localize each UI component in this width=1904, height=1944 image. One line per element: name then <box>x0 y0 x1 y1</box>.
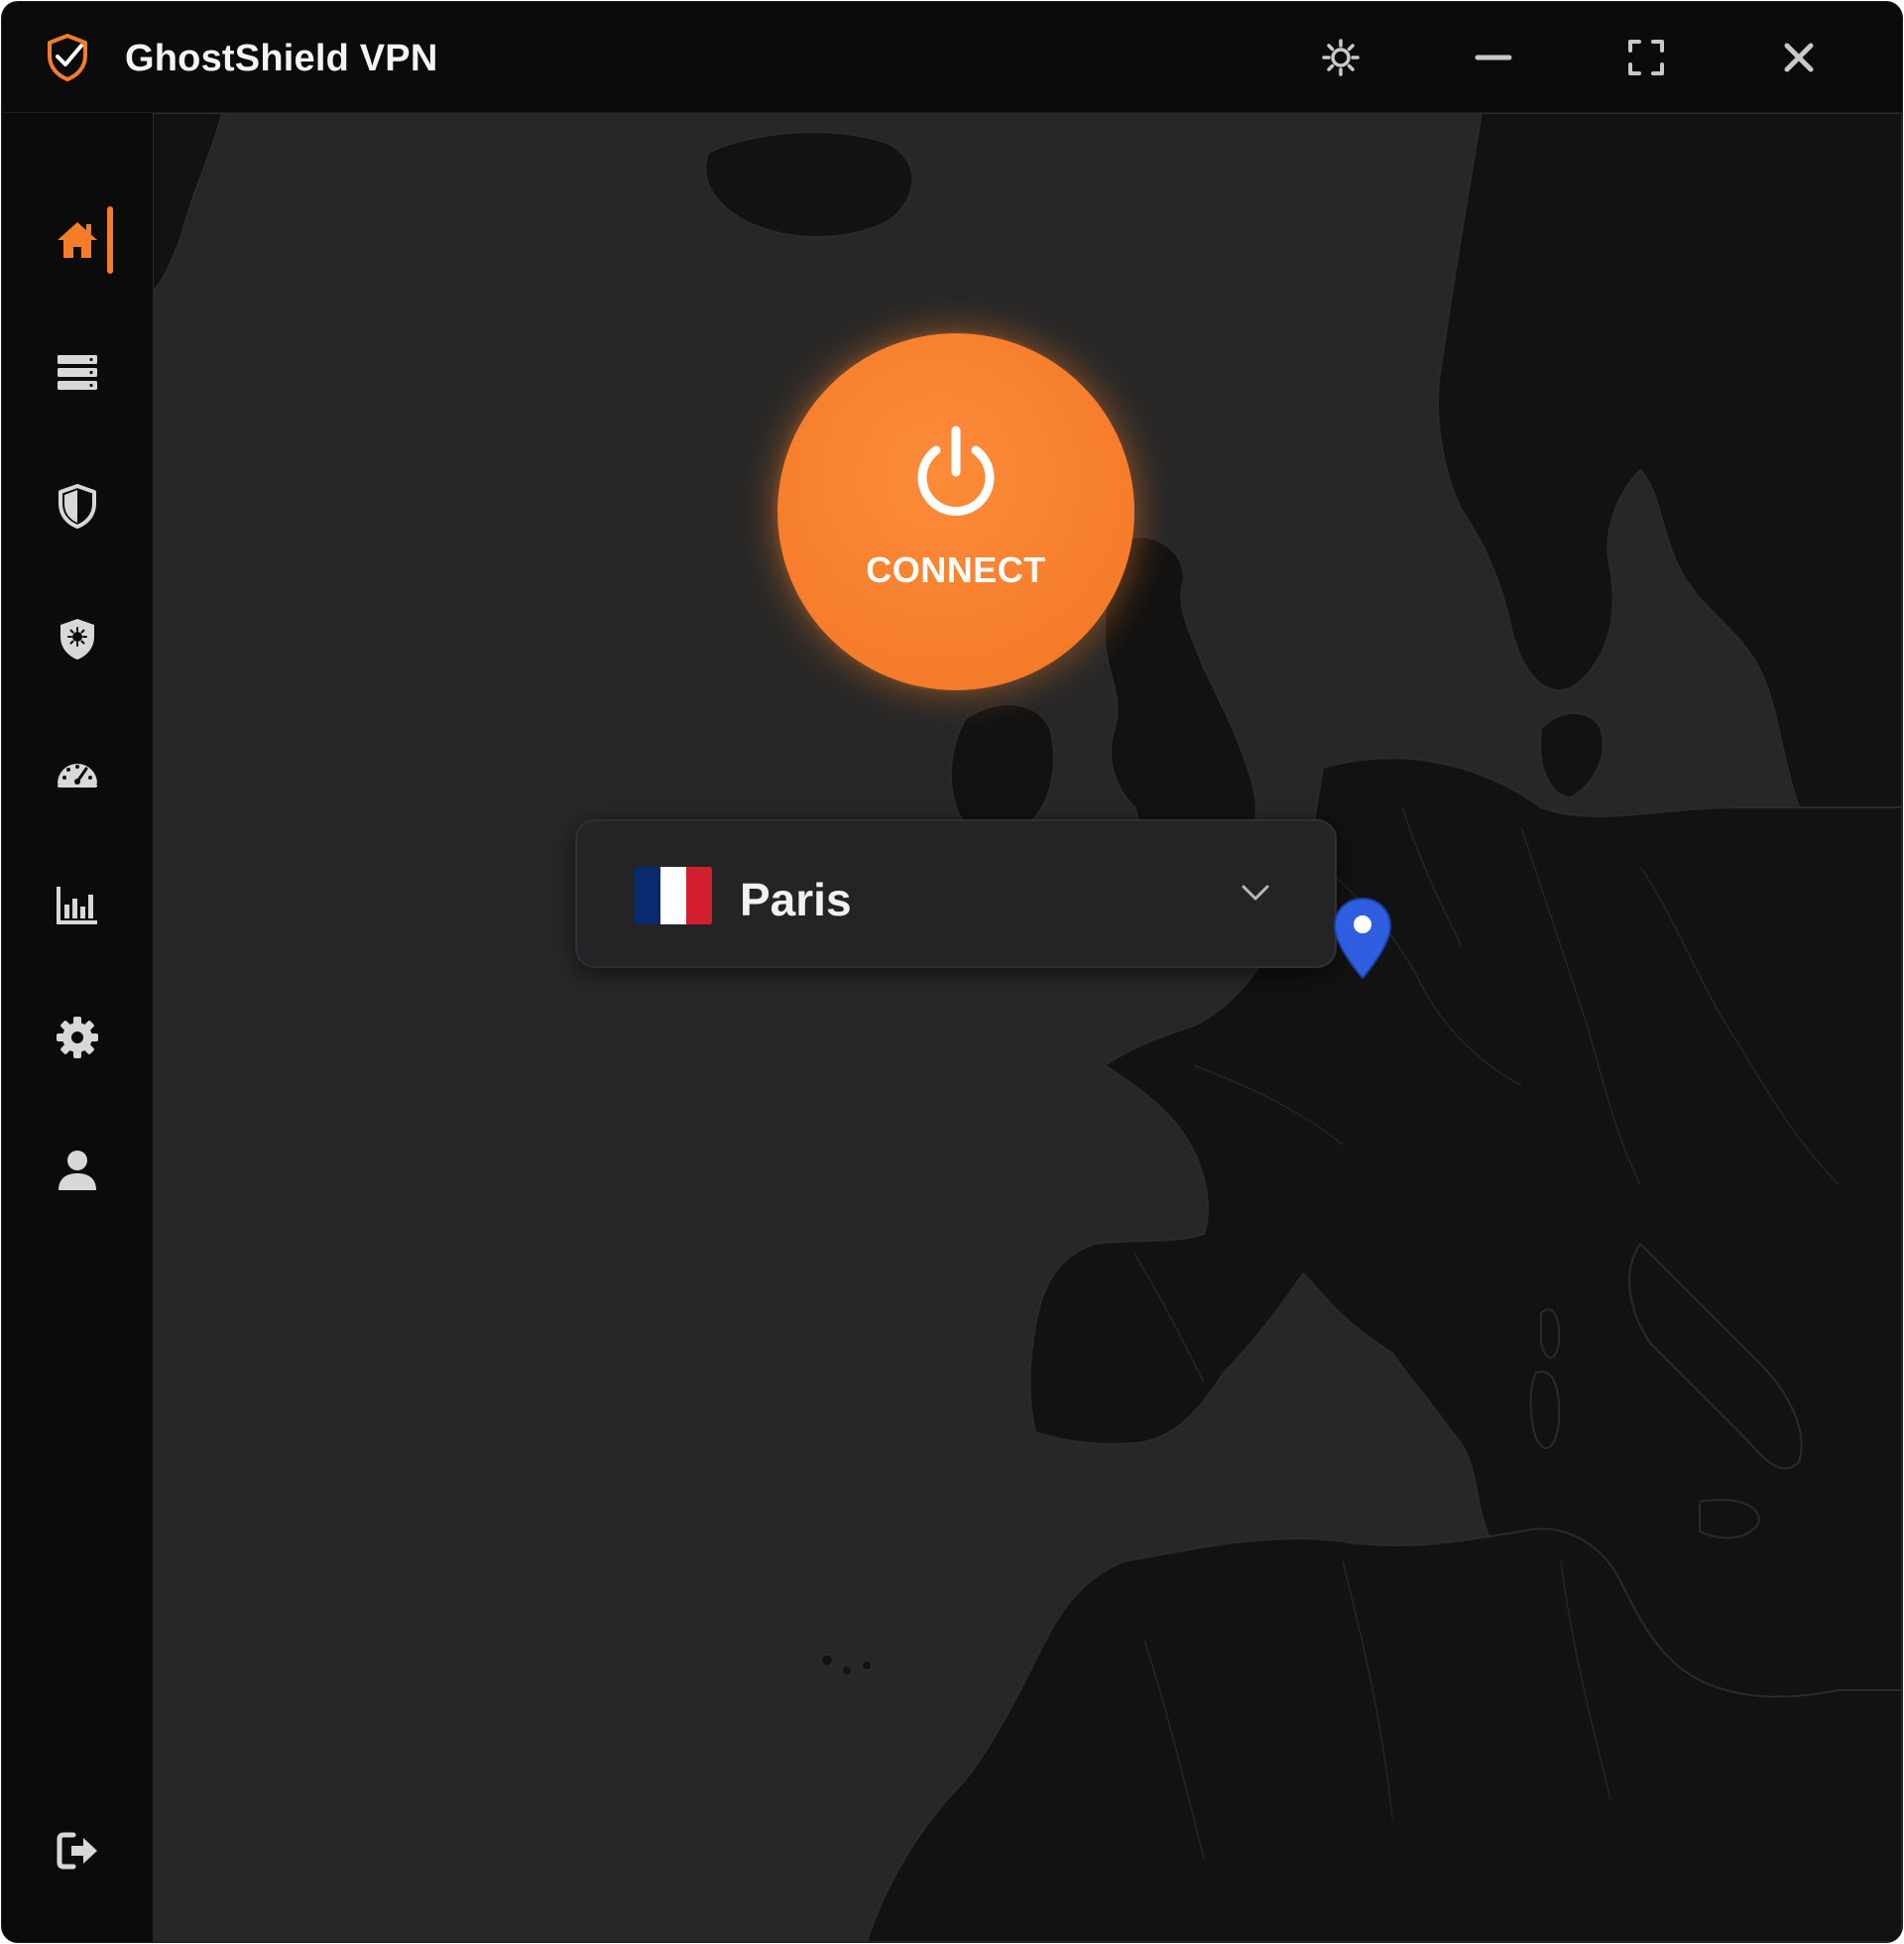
sidebar-item-protection[interactable] <box>42 470 113 542</box>
france-flag-icon <box>635 867 712 924</box>
sidebar-item-home[interactable] <box>42 204 113 276</box>
app-title: GhostShield VPN <box>125 38 438 79</box>
chevron-down-icon <box>1242 885 1269 901</box>
minimize-button[interactable] <box>1466 30 1521 85</box>
sun-icon <box>1322 39 1360 76</box>
sidebar-item-threat-protection[interactable] <box>42 603 113 674</box>
location-name: Paris <box>740 874 852 925</box>
server-list-icon <box>58 355 97 390</box>
connect-label: CONNECT <box>866 549 1046 590</box>
user-icon <box>59 1151 96 1190</box>
sidebar-item-settings[interactable] <box>42 1002 113 1073</box>
sidebar <box>2 113 153 1942</box>
bar-chart-icon <box>57 887 97 924</box>
power-icon <box>917 425 995 516</box>
app-window: GhostShield VPN CONNECT Paris <box>2 2 1902 1942</box>
sidebar-item-speed-test[interactable] <box>42 736 113 807</box>
gear-icon <box>57 1017 98 1058</box>
close-button[interactable] <box>1771 30 1827 85</box>
logout-icon <box>57 1832 97 1870</box>
sidebar-item-account[interactable] <box>42 1135 113 1206</box>
close-icon <box>1784 43 1814 72</box>
sidebar-item-servers[interactable] <box>42 337 113 409</box>
fullscreen-button[interactable] <box>1618 30 1674 85</box>
fullscreen-icon <box>1628 40 1664 75</box>
title-bar: GhostShield VPN <box>2 2 1902 113</box>
shield-icon <box>59 484 96 529</box>
shield-virus-icon <box>60 619 94 660</box>
home-icon <box>58 222 97 258</box>
logout-button[interactable] <box>42 1815 113 1886</box>
theme-toggle-button[interactable] <box>1313 30 1368 85</box>
location-dropdown[interactable]: Paris <box>575 819 1337 968</box>
speedometer-icon <box>58 764 97 788</box>
connect-button[interactable]: CONNECT <box>777 333 1134 690</box>
shield-check-icon <box>48 34 87 81</box>
minimize-icon <box>1475 55 1512 61</box>
sidebar-item-statistics[interactable] <box>42 869 113 940</box>
map-pin-icon[interactable] <box>1331 895 1394 982</box>
